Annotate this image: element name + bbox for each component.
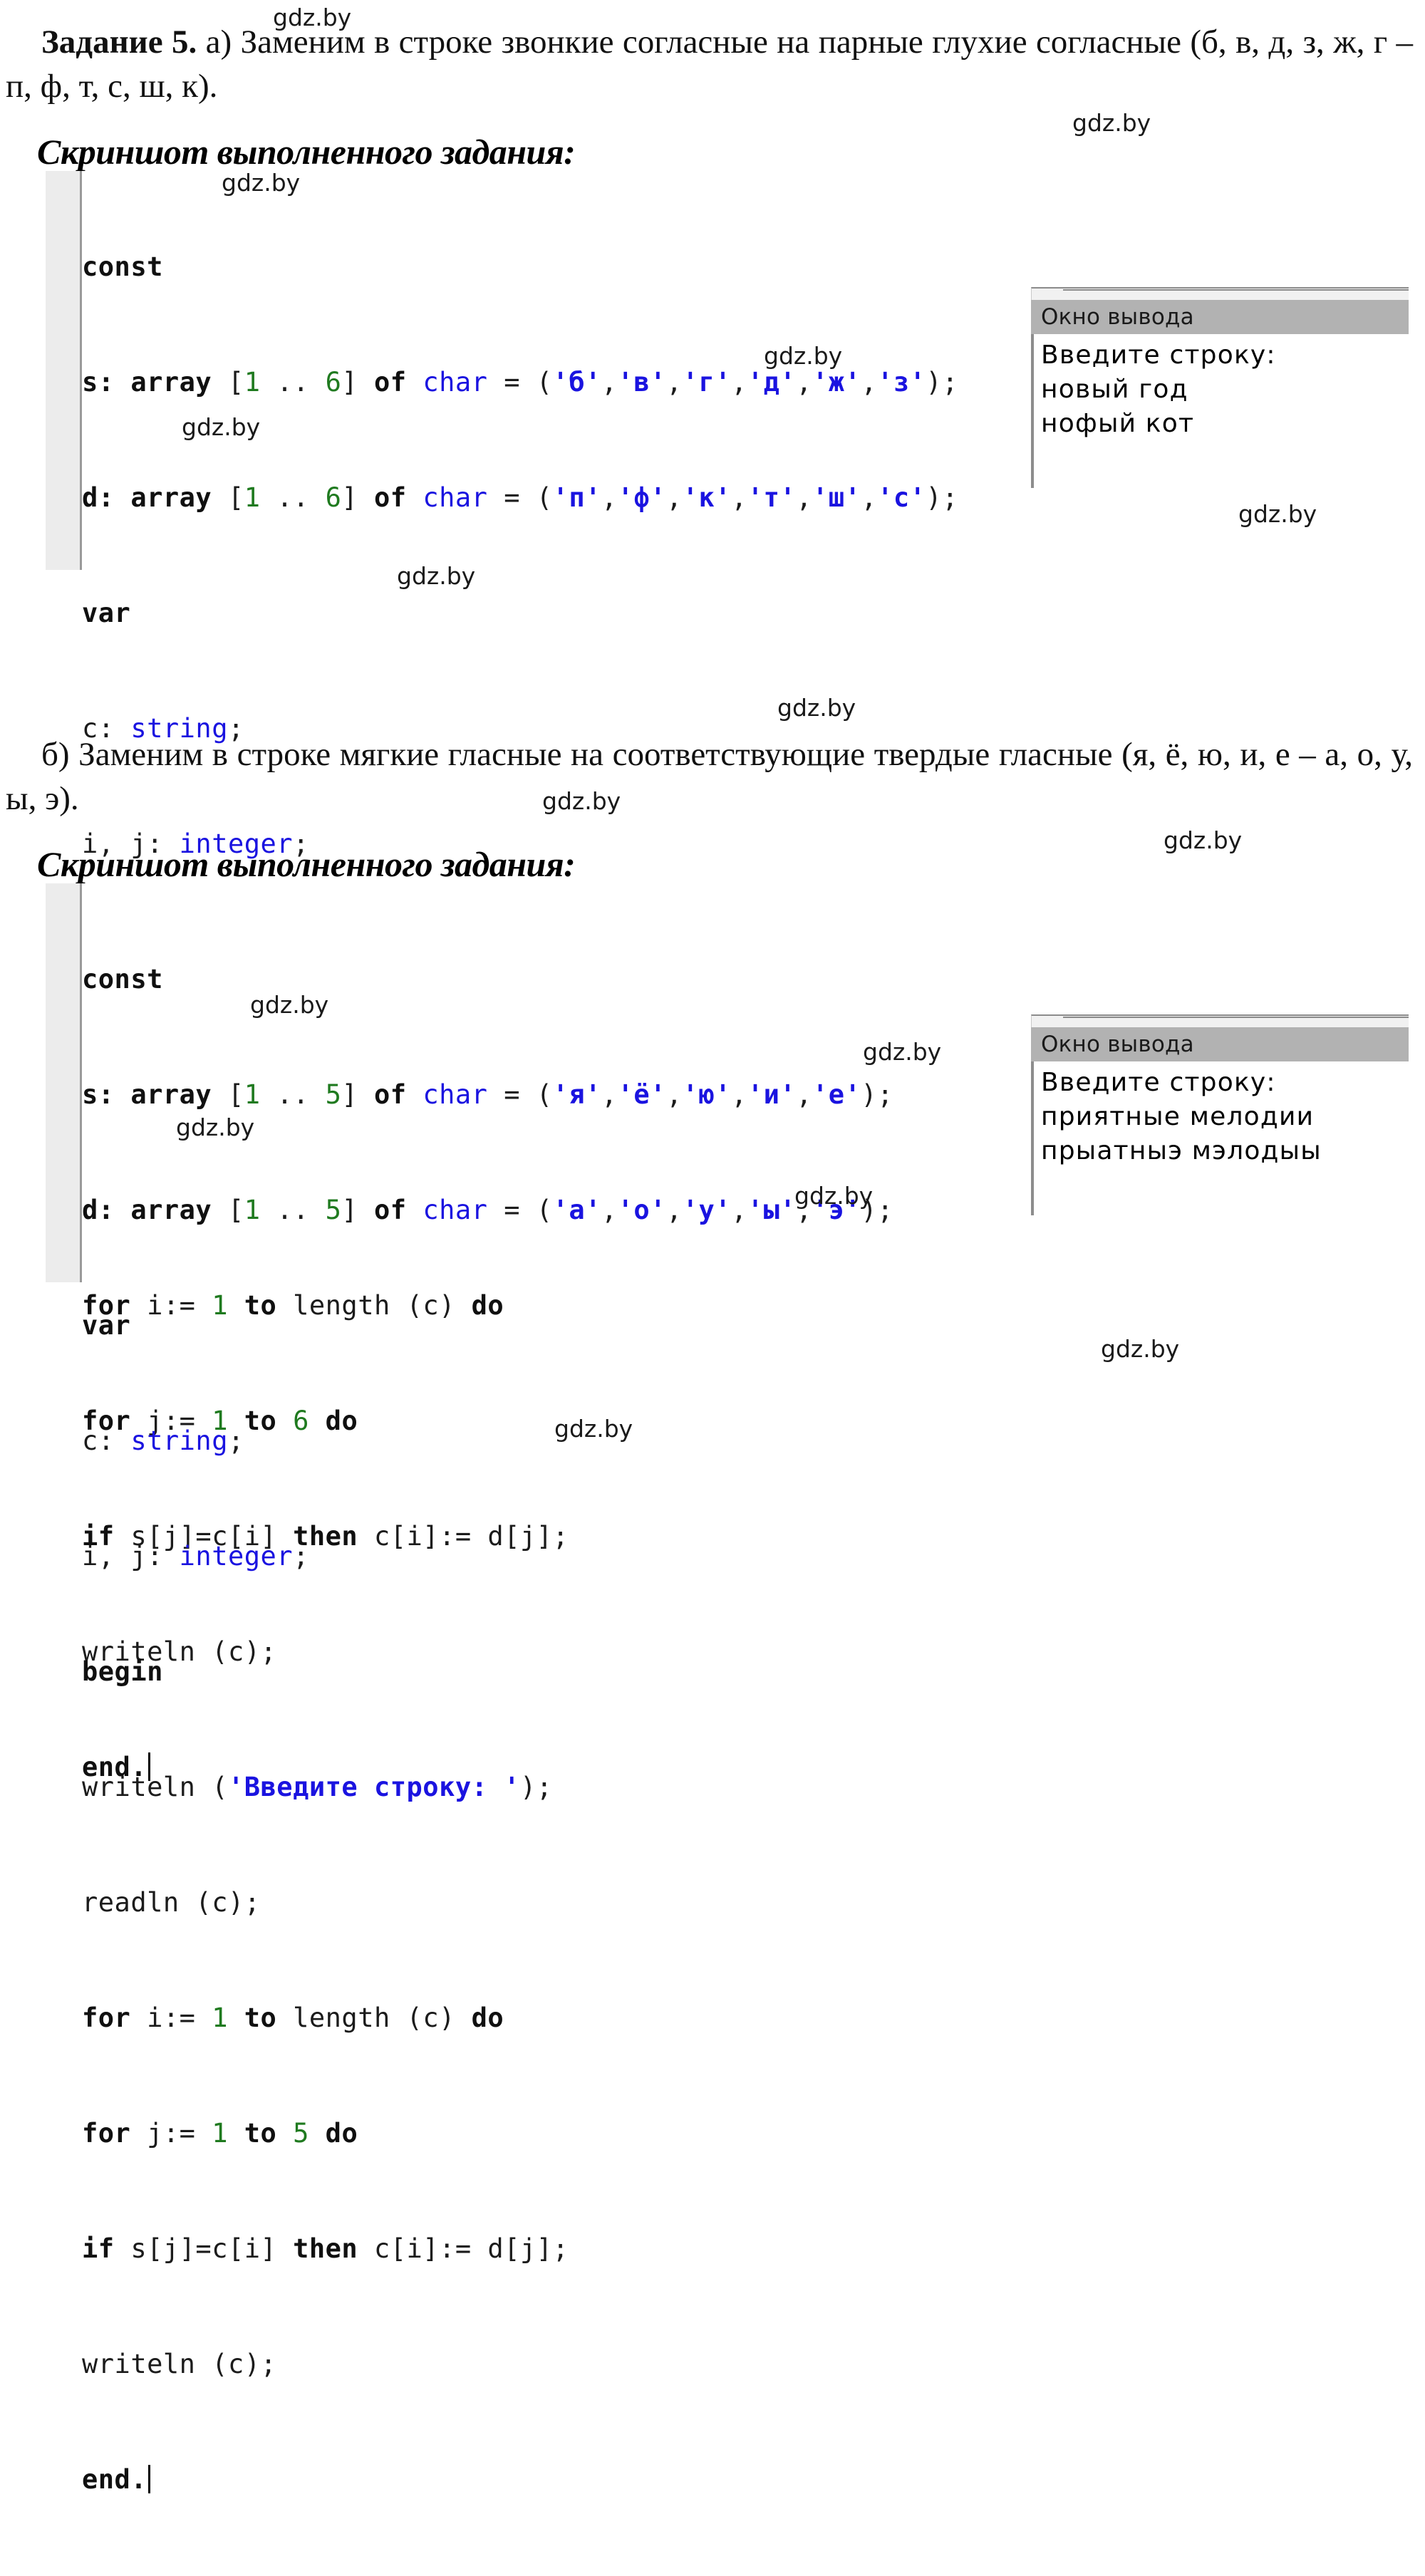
watermark: gdz.by	[1238, 500, 1317, 528]
code-line: for j:= 1 to 5 do	[82, 2118, 358, 2149]
output-toolstrip	[1031, 1014, 1409, 1027]
output-window-a[interactable]: Окно вывода Введите строку: новый год но…	[1031, 287, 1409, 488]
editor-code-b[interactable]: const s: array [1 .. 5] of char = ('я','…	[82, 883, 893, 2576]
output-toolstrip	[1031, 287, 1409, 300]
code-editor-a[interactable]: const s: array [1 .. 6] of char = ('б','…	[46, 171, 986, 1782]
code-token-keyword: begin	[82, 1656, 163, 1687]
code-line: i, j: integer;	[82, 1541, 309, 1572]
code-token-keyword: var	[82, 598, 131, 628]
editor-gutter	[46, 883, 82, 1282]
code-line: readln (c);	[82, 1887, 261, 1918]
text-caret	[148, 2465, 151, 2493]
code-line: const	[82, 960, 893, 999]
watermark: gdz.by	[1164, 826, 1243, 854]
code-line: s: array [1 .. 5] of char = ('я','ё','ю'…	[82, 1079, 893, 1110]
console-line: Введите строку:	[1041, 341, 1276, 370]
code-token-keyword: const	[82, 964, 163, 994]
output-titlebar: Окно вывода	[1031, 300, 1409, 334]
watermark: gdz.by	[1072, 109, 1151, 137]
code-line: end.	[82, 2461, 893, 2499]
task-number-label: Задание 5.	[41, 24, 197, 61]
code-line: d: array [1 .. 6] of char = ('п','ф','к'…	[82, 482, 958, 513]
output-window-b[interactable]: Окно вывода Введите строку: приятные мел…	[1031, 1014, 1409, 1215]
code-line: c: string;	[82, 1425, 244, 1456]
console-line: новый год	[1041, 375, 1188, 404]
task-paragraph-a: Задание 5. а) Заменим в строке звонкие с…	[6, 20, 1413, 108]
task-part-a-body: а) Заменим в строке звонкие согласные на…	[6, 24, 1421, 105]
code-line: for i:= 1 to length (c) do	[82, 2003, 504, 2033]
code-line: var	[82, 594, 958, 633]
code-token-keyword: var	[82, 1310, 131, 1341]
screenshot-heading-a: Скриншот выполненного задания:	[37, 132, 576, 172]
code-line: s: array [1 .. 6] of char = ('б','в','г'…	[82, 367, 958, 398]
code-line: begin	[82, 1653, 893, 1691]
code-token-keyword: const	[82, 251, 163, 282]
editor-gutter	[46, 171, 82, 570]
console-line: приятные мелодии	[1041, 1102, 1315, 1131]
console-line: нофый кот	[1041, 409, 1195, 438]
output-console-a: Введите строку: новый год нофый кот	[1031, 334, 1409, 488]
console-line: прыатныэ мэлодыы	[1041, 1136, 1322, 1165]
output-window-title: Окно вывода	[1041, 1032, 1194, 1057]
code-line: d: array [1 .. 5] of char = ('а','о','у'…	[82, 1195, 893, 1225]
task-paragraph-b: б) Заменим в строке мягкие гласные на со…	[6, 736, 1421, 817]
code-line: writeln ('Введите строку: ');	[82, 1772, 553, 1802]
output-window-title: Окно вывода	[1041, 304, 1194, 330]
code-line: if s[j]=c[i] then c[i]:= d[j];	[82, 2233, 569, 2264]
screenshot-heading-b: Скриншот выполненного задания:	[37, 844, 576, 884]
watermark: gdz.by	[1101, 1335, 1180, 1363]
output-console-b: Введите строку: приятные мелодии прыатны…	[1031, 1061, 1409, 1215]
code-line: const	[82, 248, 958, 286]
code-line: writeln (c);	[82, 2349, 277, 2379]
output-titlebar: Окно вывода	[1031, 1027, 1409, 1061]
console-line: Введите строку:	[1041, 1068, 1276, 1097]
code-editor-b[interactable]: const s: array [1 .. 5] of char = ('я','…	[46, 883, 986, 2495]
code-line: var	[82, 1307, 893, 1345]
